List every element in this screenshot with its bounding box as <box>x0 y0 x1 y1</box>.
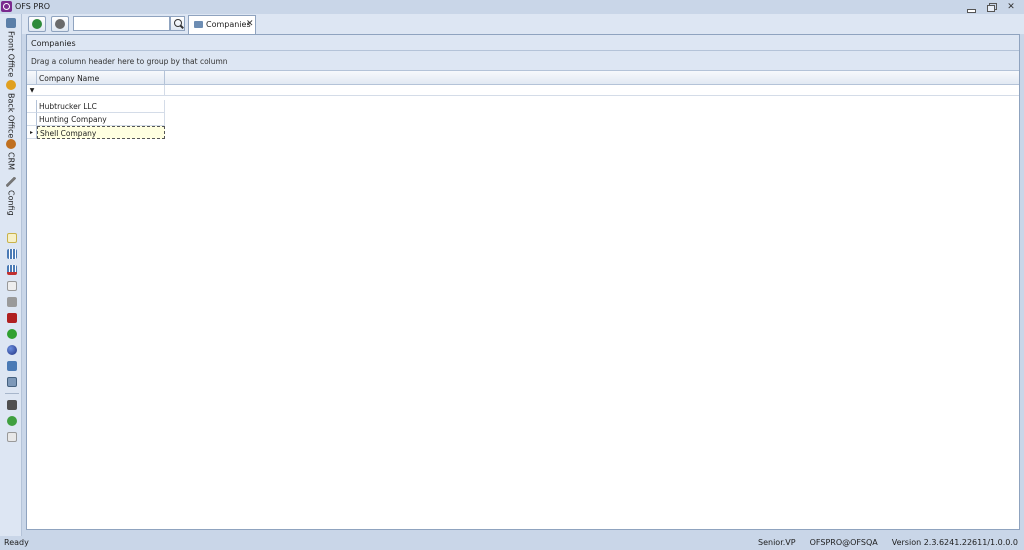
user-icon[interactable] <box>7 400 17 410</box>
status-connection: OFSPRO@OFSQA <box>809 538 878 547</box>
grid-header: Company Name <box>27 71 1019 85</box>
chart-icon[interactable] <box>7 313 17 323</box>
refresh-button[interactable] <box>28 16 46 32</box>
company-name-cell[interactable]: Shell Company <box>37 126 165 139</box>
filter-icon: ▼ <box>29 87 35 94</box>
mail-icon[interactable] <box>7 432 17 442</box>
help-icon[interactable] <box>7 416 17 426</box>
grid-delete-icon[interactable] <box>7 265 17 275</box>
filter-cell-company-name[interactable] <box>37 85 165 96</box>
group-by-panel[interactable]: Drag a column header here to group by th… <box>27 51 1019 71</box>
status-bar: Ready Senior.VP OFSPRO@OFSQA Version 2.3… <box>0 536 1024 550</box>
company-name-cell[interactable]: Hunting Company <box>37 113 165 126</box>
tools-icon[interactable] <box>7 297 17 307</box>
nav-tab-label: Back Office <box>6 93 16 139</box>
nav-tab-label: Config <box>6 190 16 216</box>
tab-companies[interactable]: Companies ✕ <box>188 15 256 34</box>
search-input[interactable] <box>73 16 170 31</box>
nav-tab-crm[interactable]: CRM <box>2 139 20 170</box>
nav-tab-label: Front Office <box>6 31 16 78</box>
status-version: Version 2.3.6241.22611/1.0.0.0 <box>891 538 1018 547</box>
panel-caption: Companies <box>27 35 1019 51</box>
calculator-icon[interactable] <box>7 377 17 387</box>
window-controls: ✕ <box>964 1 1018 13</box>
left-navigation-rail: Front Office Back Office CRM Config <box>0 14 22 536</box>
tools-icon <box>55 19 65 29</box>
tab-close-icon[interactable]: ✕ <box>246 19 254 29</box>
nav-tab-config[interactable]: Config <box>2 177 20 216</box>
row-indicator <box>27 113 37 126</box>
restore-button[interactable] <box>984 1 998 13</box>
row-indicator-header <box>27 71 37 85</box>
toolbar-separator <box>5 393 19 394</box>
table-row[interactable]: Hunting Company <box>27 113 1019 126</box>
new-document-icon[interactable] <box>7 233 17 243</box>
crm-icon <box>6 139 16 149</box>
nav-tab-label: CRM <box>6 152 16 171</box>
status-right-group: Senior.VP OFSPRO@OFSQA Version 2.3.6241.… <box>758 538 1018 547</box>
tab-label: Companies <box>206 20 251 29</box>
row-indicator <box>27 100 37 113</box>
column-header-company-name[interactable]: Company Name <box>37 71 165 85</box>
nav-tab-back-office[interactable]: Back Office <box>2 80 20 138</box>
companies-grid: Company Name ▼ Hubtrucker LLC Hunting Co… <box>27 71 1019 139</box>
title-bar: OFS PRO ✕ <box>0 0 1024 14</box>
tools-button[interactable] <box>51 16 69 32</box>
company-name-cell[interactable]: Hubtrucker LLC <box>37 100 165 113</box>
back-office-icon <box>6 80 16 90</box>
grid-view-icon[interactable] <box>7 249 17 259</box>
app-logo-icon <box>1 1 12 12</box>
wrench-icon <box>6 177 16 187</box>
status-user: Senior.VP <box>758 538 796 547</box>
rail-toolbar <box>3 233 21 448</box>
table-row[interactable]: Hubtrucker LLC <box>27 100 1019 113</box>
companies-tab-icon <box>194 21 203 28</box>
globe-icon[interactable] <box>7 345 17 355</box>
copy-icon[interactable] <box>7 281 17 291</box>
main-toolbar: Companies ✕ <box>22 14 1024 34</box>
row-indicator-arrow-icon: ▸ <box>27 126 37 139</box>
window-title: OFS PRO <box>15 2 51 11</box>
search-button[interactable] <box>170 16 185 31</box>
status-text: Ready <box>4 538 29 547</box>
table-row-selected[interactable]: ▸ Shell Company <box>27 126 1019 139</box>
refresh-icon <box>32 19 42 29</box>
close-window-button[interactable]: ✕ <box>1004 1 1018 13</box>
refresh-icon[interactable] <box>7 329 17 339</box>
companies-panel: Companies Drag a column header here to g… <box>26 34 1020 530</box>
nav-tab-front-office[interactable]: Front Office <box>2 18 20 77</box>
auto-filter-row: ▼ <box>27 85 1019 96</box>
minimize-button[interactable] <box>964 1 978 13</box>
windows-icon[interactable] <box>7 361 17 371</box>
front-office-icon <box>6 18 16 28</box>
